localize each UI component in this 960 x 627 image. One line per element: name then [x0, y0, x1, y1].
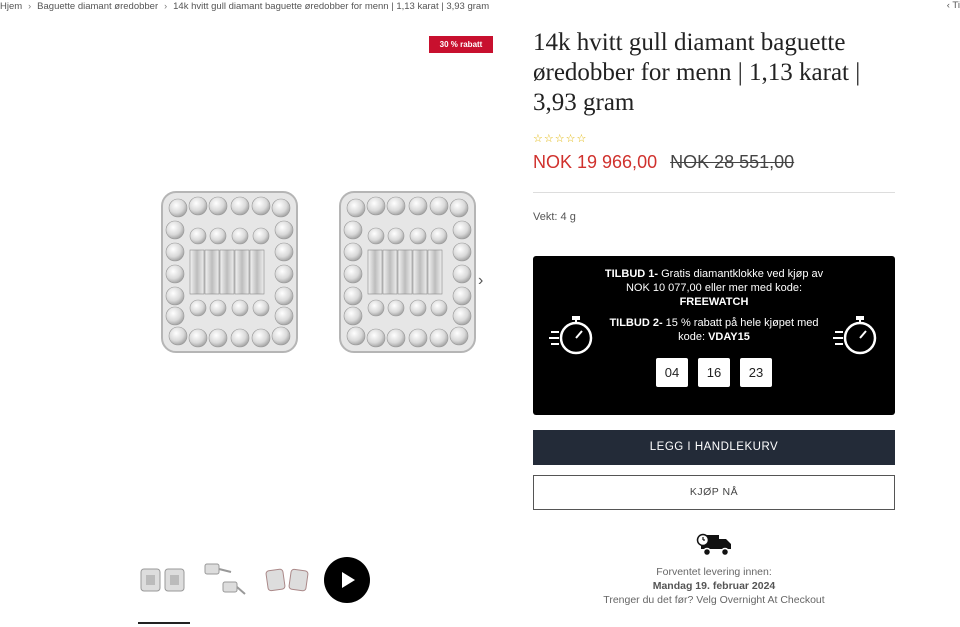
thumbnail-earrings-front[interactable] — [138, 555, 188, 605]
offer-1-text: TILBUD 1- Gratis diamantklokke ved kjøp … — [603, 267, 825, 309]
delivery-date: Mandag 19. februar 2024 — [652, 580, 776, 592]
rating-stars[interactable]: ☆☆☆☆☆ — [533, 132, 587, 145]
product-weight: Vekt: 4 g — [533, 211, 576, 223]
breadcrumb-home[interactable]: Hjem — [0, 1, 22, 12]
breadcrumb: Hjem › Baguette diamant øredobber › 14k … — [0, 0, 489, 12]
discount-badge: 30 % rabatt — [429, 36, 493, 53]
product-main-image[interactable] — [150, 180, 490, 360]
add-to-cart-button[interactable]: LEGG I HANDLEKURV — [533, 430, 895, 465]
delivery-truck-icon — [696, 533, 731, 557]
chevron-right-icon: › — [164, 1, 168, 11]
breadcrumb-current: 14k hvitt gull diamant baguette øredobbe… — [173, 0, 490, 12]
buy-now-button[interactable]: KJØP NÅ — [533, 475, 895, 510]
stopwatch-icon — [549, 316, 593, 355]
next-image-button[interactable]: › — [478, 272, 483, 290]
offer-2-code: VDAY15 — [708, 331, 750, 343]
delivery-label: Forventet levering innen: — [656, 566, 772, 578]
timer-minutes: 16 — [698, 358, 730, 387]
play-icon — [342, 572, 355, 588]
thumbnail-strip — [138, 555, 370, 605]
offer-box: TILBUD 1- Gratis diamantklokke ved kjøp … — [533, 256, 895, 415]
earrings-angle-thumbnail-icon — [265, 568, 309, 592]
offer-1-label: TILBUD 1- — [604, 268, 659, 280]
timer-seconds: 23 — [740, 358, 772, 387]
sale-price: NOK 19 966,00 — [533, 152, 658, 172]
offer-2-label: TILBUD 2- — [609, 317, 663, 329]
earrings-image — [161, 191, 476, 353]
previous-product-link[interactable]: ‹ Ti — [947, 0, 960, 11]
earrings-side-thumbnail-icon — [204, 563, 246, 595]
product-title: 14k hvitt gull diamant baguette øredobbe… — [533, 29, 861, 116]
active-thumbnail-indicator — [138, 622, 190, 624]
thumbnail-earrings-angle[interactable] — [262, 555, 312, 605]
delivery-note: Trenger du det før? Velg Overnight At Ch… — [603, 594, 825, 606]
play-video-button[interactable] — [324, 557, 370, 603]
chevron-right-icon: › — [28, 1, 32, 11]
breadcrumb-category[interactable]: Baguette diamant øredobber — [37, 1, 158, 12]
divider — [533, 192, 895, 193]
delivery-info: Forventet levering innen: Mandag 19. feb… — [580, 565, 848, 607]
price-block: NOK 19 966,00 NOK 28 551,00 — [533, 152, 794, 173]
earrings-thumbnail-icon — [140, 568, 185, 592]
offer-2-text: TILBUD 2- 15 % rabatt på hele kjøpet med… — [603, 316, 825, 344]
timer-hours: 04 — [656, 358, 688, 387]
countdown-timer: 04 16 23 — [656, 358, 772, 387]
original-price: NOK 28 551,00 — [670, 152, 795, 172]
offer-1-code: FREEWATCH — [679, 296, 749, 308]
stopwatch-icon — [833, 316, 877, 355]
thumbnail-earrings-side[interactable] — [200, 555, 250, 605]
